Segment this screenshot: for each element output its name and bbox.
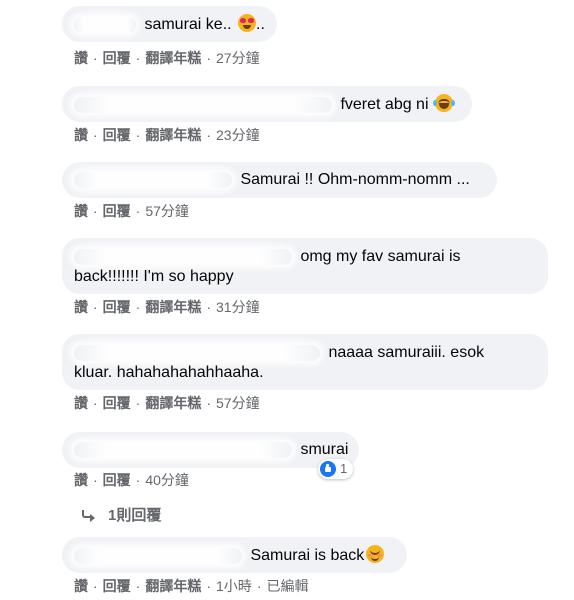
commenter-name-redacted[interactable] (74, 344, 320, 361)
comment-bubble: fveret abg ni (62, 86, 472, 122)
comment-text: Samurai !! Ohm-nomm-nomm ... (240, 171, 470, 188)
reply-button[interactable]: 回覆 (103, 127, 131, 143)
like-icon (320, 461, 336, 477)
reaction-summary[interactable]: 1 (318, 459, 354, 479)
comment-timestamp[interactable]: 27分鐘 (216, 50, 260, 66)
comment-actions: 讚 · 回覆 · 翻譯年糕 · 57分鐘 (74, 395, 260, 411)
translate-button[interactable]: 翻譯年糕 (145, 299, 201, 315)
translate-button[interactable]: 翻譯年糕 (145, 395, 201, 411)
commenter-name-redacted[interactable] (74, 171, 232, 188)
reply-button[interactable]: 回覆 (103, 472, 131, 488)
like-button[interactable]: 讚 (74, 472, 88, 488)
translate-button[interactable]: 翻譯年糕 (145, 50, 201, 66)
like-button[interactable]: 讚 (74, 127, 88, 143)
heart-eyes-emoji (238, 14, 257, 32)
comment-text-line2: kluar. hahahahahahhaaha. (74, 364, 264, 381)
comment-bubble: naaaa samuraiii. esok kluar. hahahahahah… (62, 334, 548, 390)
reply-button[interactable]: 回覆 (103, 395, 131, 411)
commenter-name-redacted[interactable] (74, 96, 332, 113)
comment-timestamp[interactable]: 57分鐘 (145, 203, 189, 219)
face-with-tears-of-joy-emoji (432, 94, 455, 112)
comment-text-line1: omg my fav samurai is (300, 248, 461, 265)
comment-bubble: Samurai is back (62, 537, 407, 573)
like-button[interactable]: 讚 (74, 578, 88, 594)
comment-bubble: Samurai !! Ohm-nomm-nomm ... (62, 162, 497, 198)
edited-label[interactable]: 已編輯 (266, 578, 308, 594)
translate-button[interactable]: 翻譯年糕 (145, 127, 201, 143)
reply-button[interactable]: 回覆 (103, 578, 131, 594)
smiling-face-with-smiling-eyes-emoji (366, 545, 385, 563)
like-button[interactable]: 讚 (74, 299, 88, 315)
comment-timestamp[interactable]: 57分鐘 (216, 395, 260, 411)
comment-actions: 讚 · 回覆 · 翻譯年糕 · 1小時 · 已編輯 (74, 578, 309, 594)
like-button[interactable]: 讚 (74, 50, 88, 66)
comment-bubble: samurai ke.. .. (62, 6, 277, 42)
comment-text: Samurai is back (250, 547, 365, 564)
comment-actions: 讚 · 回覆 · 翻譯年糕 · 23分鐘 (74, 127, 260, 143)
reply-arrow-icon (82, 510, 95, 522)
view-replies-link[interactable]: 1則回覆 (82, 507, 161, 525)
comment-timestamp[interactable]: 1小時 (216, 578, 252, 594)
comment-actions: 讚 · 回覆 · 57分鐘 (74, 203, 189, 219)
comment-text-line1: naaaa samuraiii. esok (328, 344, 485, 361)
translate-button[interactable]: 翻譯年糕 (145, 578, 201, 594)
comment-actions: 讚 · 回覆 · 40分鐘 (74, 472, 189, 488)
comment-text: fveret abg ni (340, 96, 433, 113)
comment-bubble: smurai (62, 432, 359, 468)
reaction-count: 1 (340, 461, 348, 476)
commenter-name-redacted[interactable] (74, 248, 292, 265)
like-button[interactable]: 讚 (74, 395, 88, 411)
comment-text: smurai (300, 441, 349, 458)
comment-bubble: omg my fav samurai is back!!!!!!! I'm so… (62, 238, 548, 294)
comment-text: samurai ke.. (144, 16, 237, 33)
reply-button[interactable]: 回覆 (103, 50, 131, 66)
reply-button[interactable]: 回覆 (103, 299, 131, 315)
commenter-name-redacted[interactable] (74, 547, 242, 564)
commenter-name-redacted[interactable] (74, 16, 136, 33)
comment-actions: 讚 · 回覆 · 翻譯年糕 · 27分鐘 (74, 50, 260, 66)
comment-timestamp[interactable]: 40分鐘 (145, 472, 189, 488)
comment-actions: 讚 · 回覆 · 翻譯年糕 · 31分鐘 (74, 299, 260, 315)
commenter-name-redacted[interactable] (74, 441, 292, 458)
reply-button[interactable]: 回覆 (103, 203, 131, 219)
like-button[interactable]: 讚 (74, 203, 88, 219)
comment-timestamp[interactable]: 31分鐘 (216, 299, 260, 315)
replies-count-label: 1則回覆 (108, 507, 162, 524)
comment-timestamp[interactable]: 23分鐘 (216, 127, 260, 143)
comment-text-line2: back!!!!!!! I'm so happy (74, 268, 234, 285)
comment-text-suffix: .. (256, 16, 265, 33)
